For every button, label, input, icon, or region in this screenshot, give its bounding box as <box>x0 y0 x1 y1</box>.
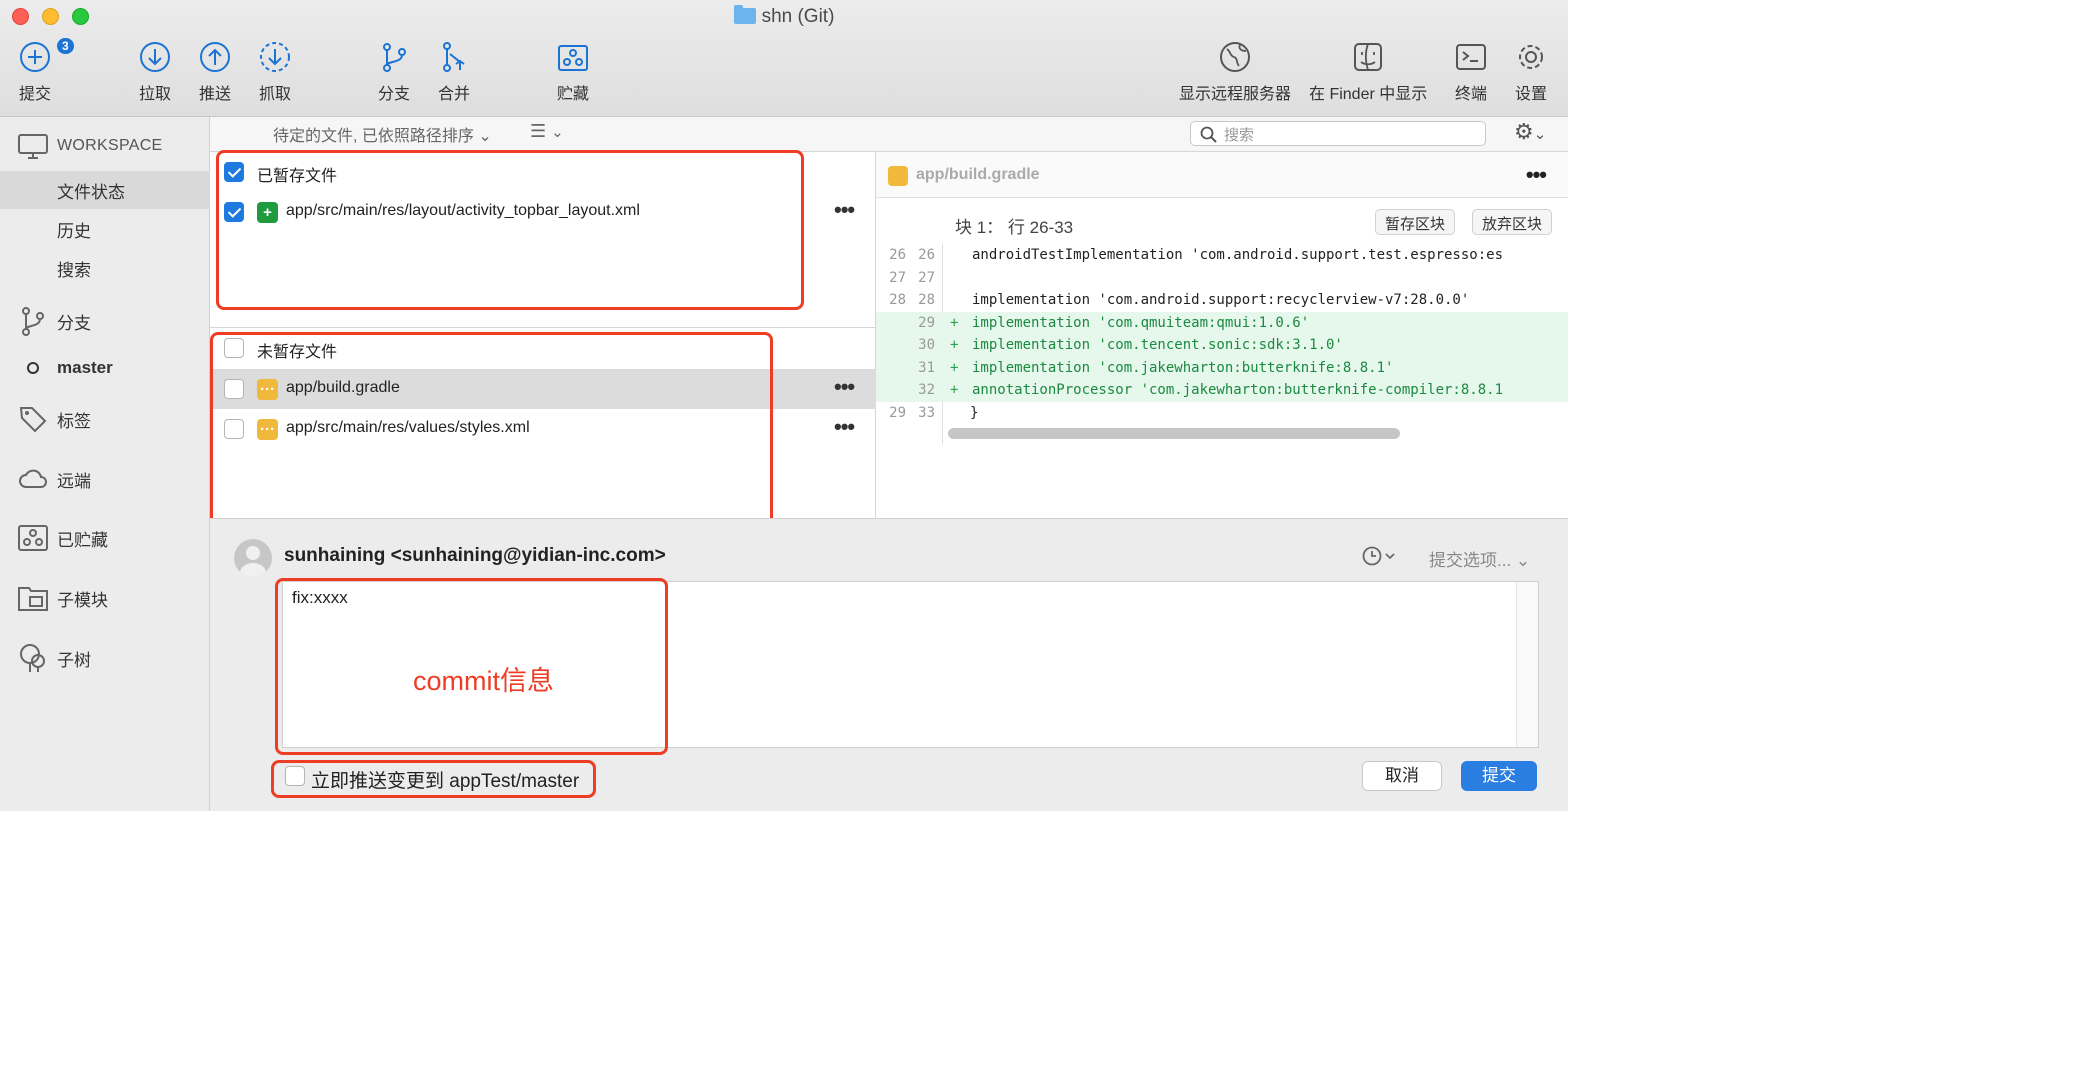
diff-line: 27 27 <box>889 269 935 286</box>
folder-icon <box>733 5 756 24</box>
finder-icon <box>1354 43 1383 71</box>
more-icon[interactable]: ••• <box>1526 162 1547 188</box>
avatar <box>234 539 272 577</box>
stage-hunk-button[interactable]: 暂存区块 <box>1375 209 1456 235</box>
pull-icon <box>140 42 170 72</box>
submodule-icon <box>18 583 48 613</box>
sort-dropdown[interactable]: 待定的文件, 已依照路径排序 ⌄ <box>273 122 492 146</box>
fetch-button[interactable]: 抓取 <box>258 40 292 104</box>
diff-code: 26 26 androidTestImplementation 'com.andro… <box>876 244 1568 424</box>
chevron-down-icon: ⌄ <box>478 128 492 145</box>
view-mode-button[interactable]: ☰ ⌄ <box>530 121 564 142</box>
push-button[interactable]: 推送 <box>198 40 232 104</box>
commit-history-button[interactable] <box>1361 545 1397 572</box>
globe-icon <box>1220 42 1250 72</box>
search-input[interactable]: 搜索 <box>1190 121 1486 146</box>
diff-line-added: 30 + implementation 'com.tencent.sonic:sdk… <box>876 334 1568 357</box>
sidebar: WORKSPACE 文件状态 历史 搜索 分支 master 标签 远端 已贮藏… <box>0 117 210 811</box>
diff-line: 26 26 androidTestImplementation 'com.andro… <box>889 247 1504 263</box>
file-filter-bar: 待定的文件, 已依照路径排序 ⌄ ☰ ⌄ 搜索 ⚙⌄ <box>210 117 1568 152</box>
diff-panel: app/build.gradle ••• 块 1： 行 26-33 暂存区块 放… <box>876 152 1568 518</box>
sidebar-item-master[interactable]: master <box>0 349 210 387</box>
chevron-down-icon: ⌄ <box>1515 551 1531 570</box>
push-annotation-box <box>271 760 596 798</box>
list-icon: ☰ <box>530 121 547 141</box>
branch-icon <box>18 306 48 336</box>
commit-count-badge: 3 <box>57 38 74 54</box>
show-remote-server-button[interactable]: 显示远程服务器 <box>1179 40 1291 104</box>
diff-line-added: 29 + implementation 'com.qmuiteam:qmui:1.0… <box>876 311 1568 334</box>
merge-button[interactable]: 合并 <box>437 40 471 104</box>
modified-icon <box>888 166 908 186</box>
settings-button[interactable]: 设置 <box>1514 40 1548 104</box>
discard-hunk-button[interactable]: 放弃区块 <box>1472 209 1553 235</box>
more-icon[interactable]: ••• <box>834 197 855 223</box>
push-icon <box>200 42 230 72</box>
window-toolbar: shn (Git) 3 提交 拉取 推送 抓取 分支 合并 贮藏 显示远程服务器… <box>0 0 1568 117</box>
message-scrollbar[interactable] <box>1516 582 1538 747</box>
window-title: shn (Git) <box>0 5 1568 28</box>
subtree-icon <box>18 643 48 673</box>
unstaged-annotation-box <box>210 332 773 527</box>
sidebar-item-remotes[interactable]: 远端 <box>0 460 210 498</box>
gear-icon: ⚙ <box>1514 119 1534 144</box>
terminal-button[interactable]: 终端 <box>1454 40 1488 104</box>
show-in-finder-button[interactable]: 在 Finder 中显示 <box>1309 40 1427 104</box>
diff-line-added: 31 + implementation 'com.jakewharton:butte… <box>876 356 1568 379</box>
merge-icon <box>443 42 465 72</box>
cloud-icon <box>18 464 48 494</box>
staged-annotation-box <box>216 150 804 310</box>
commit-toolbar-button[interactable]: 3 提交 <box>18 38 74 104</box>
sidebar-item-file-status[interactable]: 文件状态 <box>0 171 210 209</box>
clock-icon <box>1362 546 1395 566</box>
cancel-button[interactable]: 取消 <box>1362 761 1442 791</box>
sidebar-item-history[interactable]: 历史 <box>0 210 210 248</box>
current-branch-icon <box>18 353 48 383</box>
commit-author: sunhaining <sunhaining@yidian-inc.com> <box>284 545 666 566</box>
sidebar-item-submodules[interactable]: 子模块 <box>0 579 210 617</box>
commit-options-dropdown[interactable]: 提交选项... ⌄ <box>1429 546 1530 571</box>
terminal-icon <box>1456 44 1486 70</box>
sidebar-item-branches[interactable]: 分支 <box>0 302 210 340</box>
gear-icon <box>1519 45 1543 69</box>
more-icon[interactable]: ••• <box>834 374 855 400</box>
horizontal-scrollbar[interactable] <box>948 428 1400 439</box>
tag-icon <box>18 404 48 434</box>
sidebar-item-stashes[interactable]: 已贮藏 <box>0 519 210 557</box>
chevron-down-icon: ⌄ <box>551 124 564 141</box>
diff-line-added: 32 + annotationProcessor 'com.jakewharton:… <box>876 379 1568 402</box>
fetch-icon <box>260 42 290 72</box>
diff-line: 29 33} <box>889 404 979 421</box>
chevron-down-icon: ⌄ <box>1533 126 1547 143</box>
message-annotation-box <box>275 578 668 755</box>
hunk-header: 块 1： 行 26-33 暂存区块 放弃区块 <box>942 206 1568 240</box>
more-icon[interactable]: ••• <box>834 414 855 440</box>
diff-line: 28 28 implementation 'com.android.support:… <box>889 292 1470 308</box>
sidebar-workspace-header[interactable]: WORKSPACE <box>0 127 210 165</box>
monitor-icon <box>18 131 48 161</box>
stash-button[interactable]: 贮藏 <box>556 40 590 104</box>
sidebar-item-search[interactable]: 搜索 <box>0 249 210 287</box>
pull-button[interactable]: 拉取 <box>138 40 172 104</box>
sidebar-item-tags[interactable]: 标签 <box>0 400 210 438</box>
stash-icon <box>558 45 588 71</box>
stash-icon <box>18 523 48 553</box>
commit-plus-icon <box>20 42 50 72</box>
diff-header: app/build.gradle ••• <box>876 152 1568 198</box>
sidebar-item-subtrees[interactable]: 子树 <box>0 639 210 677</box>
branch-button[interactable]: 分支 <box>377 40 411 104</box>
branch-icon <box>383 43 406 72</box>
action-gear-button[interactable]: ⚙⌄ <box>1514 119 1546 145</box>
search-icon <box>1200 126 1217 143</box>
commit-button[interactable]: 提交 <box>1461 761 1537 791</box>
